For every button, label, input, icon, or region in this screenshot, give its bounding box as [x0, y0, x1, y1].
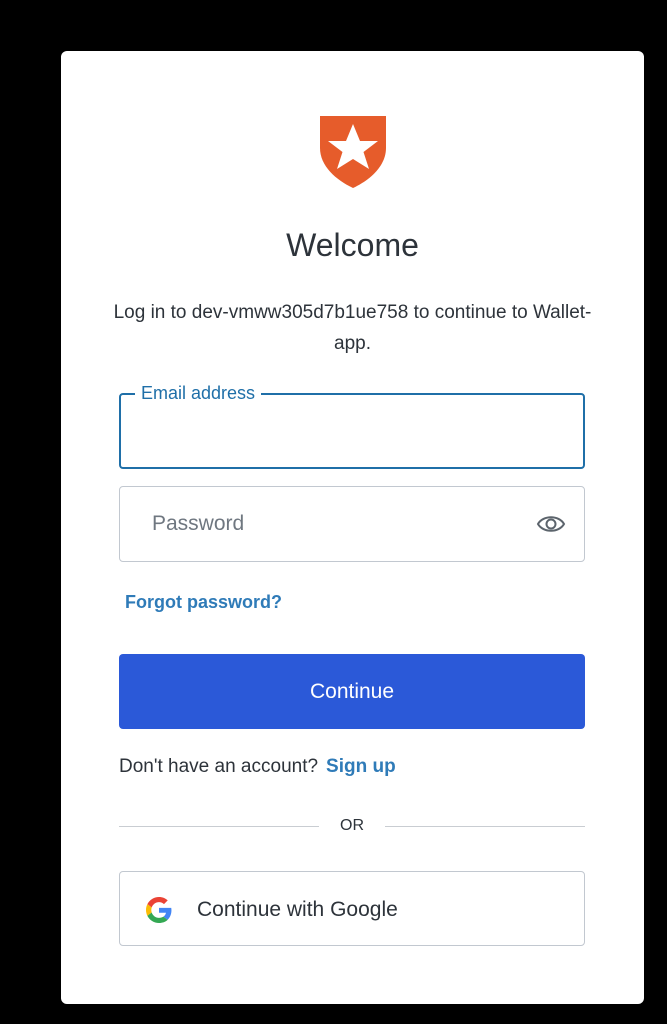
login-subtitle: Log in to dev-vmww305d7b1ue758 to contin…: [113, 302, 592, 354]
divider-or: OR: [340, 817, 364, 834]
forgot-password-link[interactable]: Forgot password?: [125, 592, 282, 613]
login-card: Welcome Log in to dev-vmww305d7b1ue758 t…: [61, 51, 644, 1004]
page-title: Welcome: [286, 227, 419, 263]
divider-line-left: [119, 826, 319, 827]
continue-with-google-button[interactable]: Continue with Google: [119, 871, 585, 946]
email-field[interactable]: Email address: [119, 381, 585, 469]
auth0-shield-logo: [320, 116, 386, 188]
continue-button[interactable]: Continue: [119, 654, 585, 729]
google-button-label: Continue with Google: [197, 898, 398, 921]
signup-link[interactable]: Sign up: [326, 756, 396, 777]
email-label: Email address: [135, 381, 262, 405]
password-input[interactable]: [120, 487, 584, 561]
password-field[interactable]: [119, 486, 585, 562]
signup-prompt: Don't have an account?: [119, 756, 319, 777]
google-icon: [146, 897, 172, 923]
signup-row: Don't have an account? Sign up: [119, 756, 396, 778]
eye-icon[interactable]: [536, 511, 566, 537]
divider-line-right: [385, 826, 585, 827]
email-input[interactable]: [121, 395, 583, 467]
